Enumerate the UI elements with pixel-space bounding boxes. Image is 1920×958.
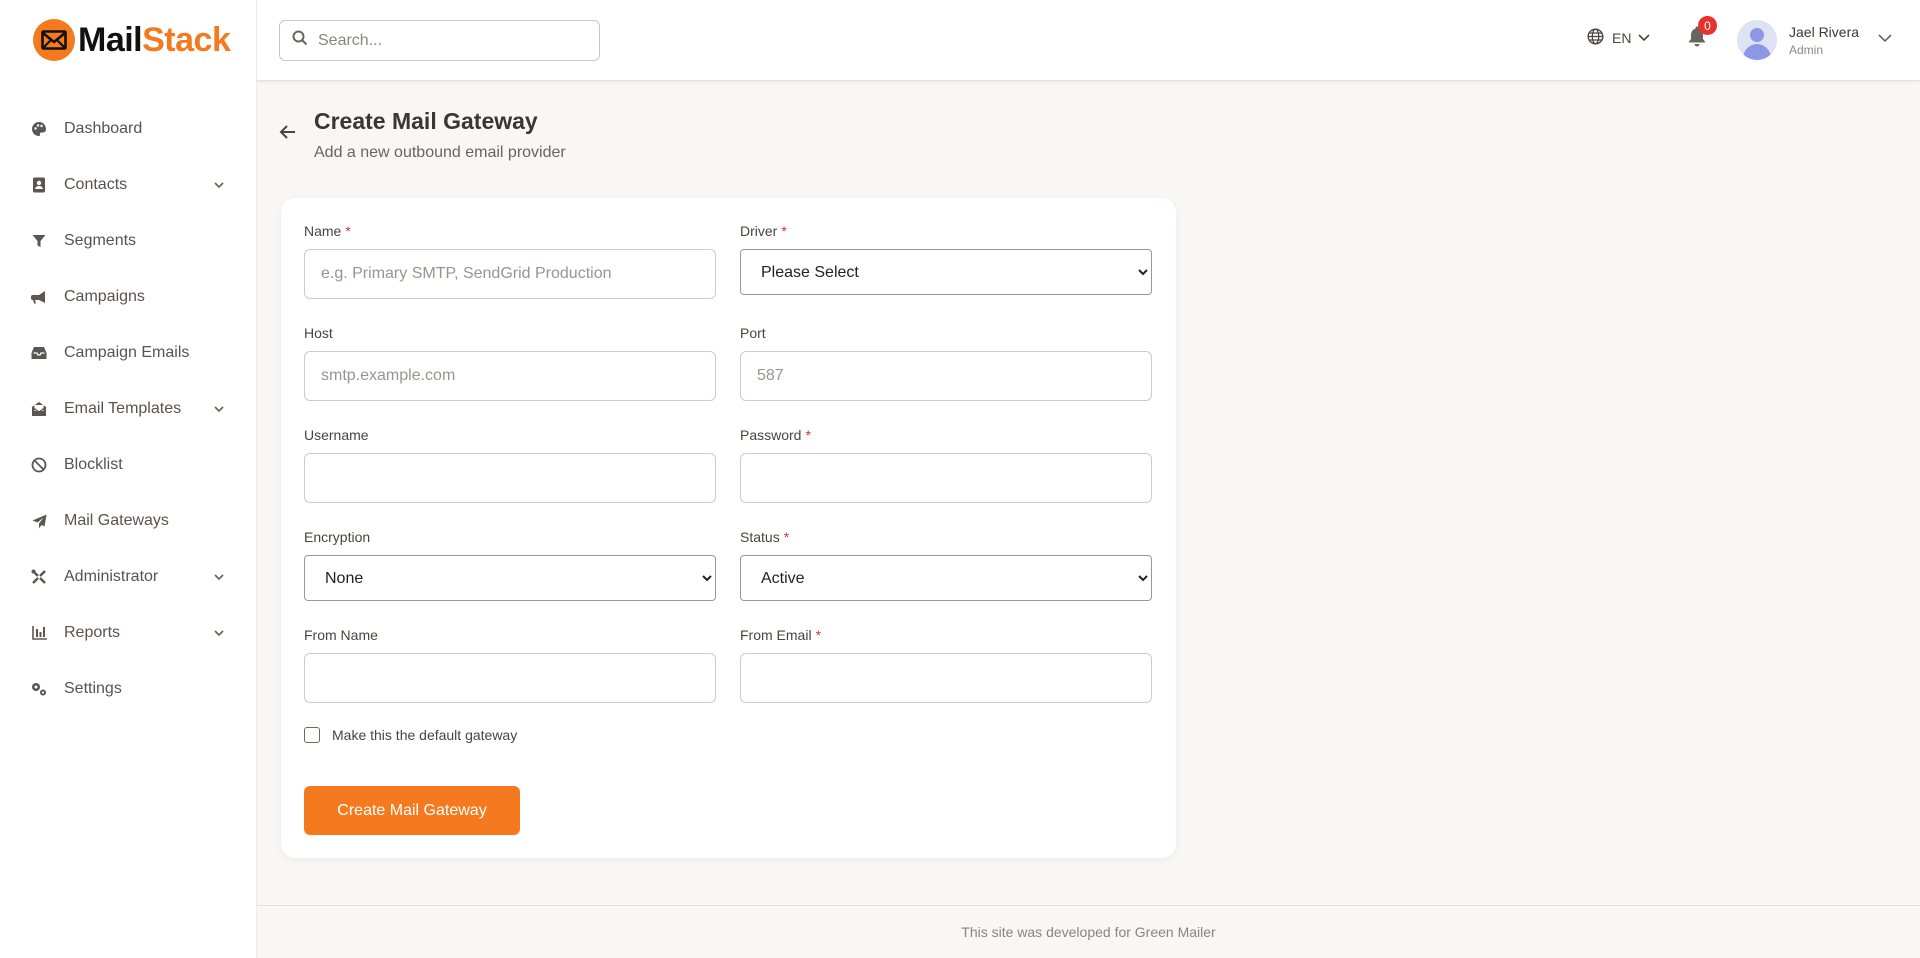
- sidebar-item-campaigns[interactable]: Campaigns: [0, 269, 256, 325]
- gears-icon: [30, 680, 48, 698]
- footer-text: This site was developed for Green Mailer: [961, 924, 1216, 940]
- address-book-icon: [30, 176, 48, 194]
- ban-icon: [30, 456, 48, 474]
- from-name-label: From Name: [304, 627, 378, 643]
- brand-logo[interactable]: MailStack: [33, 18, 231, 62]
- inbox-icon: [30, 344, 48, 362]
- envelope-logo-icon: [33, 19, 75, 61]
- bar-chart-icon: [30, 624, 48, 642]
- port-label: Port: [740, 325, 766, 341]
- from-email-field[interactable]: [740, 653, 1152, 703]
- page-subtitle: Add a new outbound email provider: [314, 144, 566, 161]
- page-title: Create Mail Gateway: [314, 108, 538, 134]
- host-field[interactable]: [304, 351, 716, 401]
- sidebar: MailStack Dashboard Contacts Segments Ca…: [0, 0, 257, 958]
- chevron-down-icon: [212, 402, 226, 416]
- port-field[interactable]: [740, 351, 1152, 401]
- driver-label: Driver *: [740, 223, 787, 239]
- footer-divider: [257, 905, 1920, 906]
- sidebar-item-blocklist[interactable]: Blocklist: [0, 437, 256, 493]
- chevron-down-icon: [212, 570, 226, 584]
- sidebar-item-mail-gateways[interactable]: Mail Gateways: [0, 493, 256, 549]
- paper-plane-icon: [30, 512, 48, 530]
- megaphone-icon: [30, 288, 48, 306]
- sidebar-item-label: Mail Gateways: [64, 512, 169, 529]
- sidebar-item-segments[interactable]: Segments: [0, 213, 256, 269]
- globe-icon: [1587, 28, 1604, 48]
- chevron-down-icon: [1637, 30, 1651, 47]
- password-label: Password *: [740, 427, 811, 443]
- arrow-left-icon: [278, 125, 298, 146]
- sidebar-nav: Dashboard Contacts Segments Campaigns Ca…: [0, 101, 256, 717]
- bell-icon: [1687, 26, 1707, 51]
- create-mail-gateway-button[interactable]: Create Mail Gateway: [304, 786, 520, 835]
- host-label: Host: [304, 325, 333, 341]
- status-label: Status *: [740, 529, 790, 545]
- sidebar-item-label: Blocklist: [64, 456, 123, 473]
- palette-icon: [30, 120, 48, 138]
- search-box[interactable]: [279, 20, 600, 61]
- sidebar-item-label: Administrator: [64, 568, 159, 585]
- encryption-label: Encryption: [304, 529, 371, 545]
- avatar: [1737, 20, 1777, 60]
- back-arrow-button[interactable]: [278, 122, 300, 144]
- sidebar-item-dashboard[interactable]: Dashboard: [0, 101, 256, 157]
- search-input[interactable]: [318, 31, 588, 50]
- driver-select[interactable]: Please Select: [740, 249, 1152, 295]
- password-field[interactable]: [740, 453, 1152, 503]
- envelope-open-icon: [30, 400, 48, 418]
- top-header: EN 0 Jael Rivera Admin: [257, 0, 1920, 81]
- sidebar-item-label: Settings: [64, 680, 122, 697]
- sidebar-item-label: Dashboard: [64, 120, 143, 137]
- from-email-label: From Email *: [740, 627, 822, 643]
- tools-icon: [30, 568, 48, 586]
- sidebar-item-campaign-emails[interactable]: Campaign Emails: [0, 325, 256, 381]
- sidebar-item-label: Email Templates: [64, 400, 182, 417]
- language-selector[interactable]: EN: [1587, 28, 1651, 48]
- sidebar-item-contacts[interactable]: Contacts: [0, 157, 256, 213]
- default-gateway-checkbox[interactable]: [304, 727, 320, 743]
- sidebar-item-label: Reports: [64, 624, 121, 641]
- from-name-field[interactable]: [304, 653, 716, 703]
- username-label: Username: [304, 427, 369, 443]
- name-label: Name *: [304, 223, 351, 239]
- filter-icon: [30, 232, 48, 250]
- status-select[interactable]: Active: [740, 555, 1152, 601]
- sidebar-item-email-templates[interactable]: Email Templates: [0, 381, 256, 437]
- sidebar-item-label: Campaign Emails: [64, 344, 190, 361]
- sidebar-item-settings[interactable]: Settings: [0, 661, 256, 717]
- user-name: Jael Rivera: [1789, 23, 1860, 40]
- sidebar-item-label: Campaigns: [64, 288, 145, 305]
- username-field[interactable]: [304, 453, 716, 503]
- chevron-down-icon: [212, 626, 226, 640]
- name-field[interactable]: [304, 249, 716, 299]
- user-role: Admin: [1789, 42, 1824, 57]
- language-code: EN: [1612, 30, 1632, 46]
- chevron-down-icon: [1877, 30, 1893, 51]
- user-menu[interactable]: Jael Rivera Admin: [1737, 20, 1893, 60]
- chevron-down-icon: [212, 178, 226, 192]
- sidebar-item-administrator[interactable]: Administrator: [0, 549, 256, 605]
- sidebar-item-label: Segments: [64, 232, 137, 249]
- encryption-select[interactable]: None: [304, 555, 716, 601]
- sidebar-item-reports[interactable]: Reports: [0, 605, 256, 661]
- search-icon: [292, 30, 308, 51]
- sidebar-item-label: Contacts: [64, 176, 128, 193]
- brand-name: MailStack: [78, 20, 231, 59]
- default-gateway-option: Make this the default gateway: [304, 727, 517, 743]
- default-gateway-label[interactable]: Make this the default gateway: [332, 727, 517, 743]
- notification-count-badge: 0: [1698, 16, 1717, 35]
